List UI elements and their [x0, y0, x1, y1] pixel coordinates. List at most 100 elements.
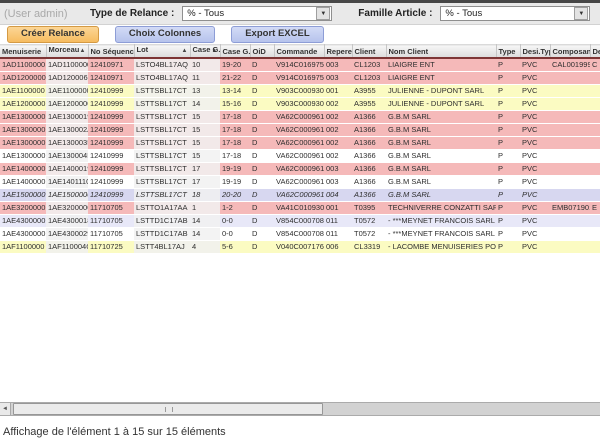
cell-oid: D: [250, 85, 274, 98]
table-row[interactable]: 1AF11000001AF110004Q11710725LSTT4BL17AJ4…: [0, 241, 600, 254]
cell-nom_client: JULIENNE - DUPONT SARL: [386, 85, 496, 98]
col-header-composant[interactable]: Composant: [550, 45, 590, 59]
cell-client: A3955: [352, 85, 386, 98]
table-row[interactable]: 1AE13000001AE130003512410999LSTTSBL17CT1…: [0, 137, 600, 150]
col-header-lot[interactable]: ▲Lot: [134, 45, 190, 59]
cell-composant: [550, 111, 590, 124]
col-header-label: Repere: [327, 47, 352, 56]
cell-oid: D: [250, 124, 274, 137]
cell-client: A1366: [352, 189, 386, 202]
cell-nom_client: G.B.M SARL: [386, 150, 496, 163]
col-header-case_g1[interactable]: ▲Case G.: [190, 45, 220, 59]
table-row[interactable]: 1AD11000001AD110000012410971LSTO4BL17AQ1…: [0, 58, 600, 72]
cell-lot: LSTTSBL17CT: [134, 189, 190, 202]
cell-desi_type: PVC: [520, 111, 550, 124]
col-header-nom_client[interactable]: Nom Client: [386, 45, 496, 59]
cell-oid: D: [250, 215, 274, 228]
type-relance-select[interactable]: % - Tous ▼: [182, 6, 332, 21]
dropdown-arrow-icon[interactable]: ▼: [574, 7, 588, 20]
cell-morceau: 1AE1500000: [46, 189, 88, 202]
cell-case_g2: 17-18: [220, 150, 250, 163]
cell-type: P: [496, 124, 520, 137]
export-excel-button[interactable]: Export EXCEL: [231, 26, 323, 43]
cell-nom_client: TECHNIVERRE CONZATTI SARL: [386, 202, 496, 215]
cell-type: P: [496, 176, 520, 189]
cell-case_g1: 11: [190, 72, 220, 85]
col-header-case_g2[interactable]: Case G.: [220, 45, 250, 59]
cell-menuiserie: 1AE1300000: [0, 111, 46, 124]
scrollbar-thumb[interactable]: [13, 403, 323, 415]
cell-no_sequence: 12410999: [88, 189, 134, 202]
cell-commande: V903C000930: [274, 98, 324, 111]
cell-morceau: 1AE1400019: [46, 163, 88, 176]
cell-no_sequence: 11710725: [88, 241, 134, 254]
table-row[interactable]: 1AE14000001AE140111012410999LSTTSBL17CT1…: [0, 176, 600, 189]
col-header-no_sequence[interactable]: No Séquence: [88, 45, 134, 59]
cell-oid: D: [250, 111, 274, 124]
choix-colonnes-button[interactable]: Choix Colonnes: [115, 26, 215, 43]
cell-morceau: 1AD120006S: [46, 72, 88, 85]
table-row[interactable]: 1AE11000001AE110000012410999LSTTSBL17CT1…: [0, 85, 600, 98]
cell-commande: V854C000708: [274, 215, 324, 228]
cell-morceau: 1AF110004Q: [46, 241, 88, 254]
col-header-label: Menuiserie: [2, 47, 41, 56]
cell-menuiserie: 1AE1200000: [0, 98, 46, 111]
cell-commande: VA62C000961: [274, 124, 324, 137]
col-header-de[interactable]: De: [590, 45, 600, 59]
action-toolbar: Créer Relance Choix Colonnes Export EXCE…: [0, 25, 600, 44]
cell-case_g1: 15: [190, 150, 220, 163]
col-header-morceau[interactable]: ▲Morceau: [46, 45, 88, 59]
cell-de: [590, 150, 600, 163]
table-row[interactable]: 1AD12000001AD120006S12410971LSTO4BL17AQ1…: [0, 72, 600, 85]
dropdown-arrow-icon[interactable]: ▼: [316, 7, 330, 20]
cell-nom_client: G.B.M SARL: [386, 111, 496, 124]
pagination-info: Affichage de l'élément 1 à 15 sur 15 élé…: [3, 426, 226, 438]
cell-client: CL3319: [352, 241, 386, 254]
table-row[interactable]: 1AE43000001AE430002911710705LSTTD1C17AB1…: [0, 228, 600, 241]
col-header-desi_type[interactable]: Desi.Type: [520, 45, 550, 59]
cell-nom_client: LIAIGRE ENT: [386, 72, 496, 85]
cell-no_sequence: 12410999: [88, 98, 134, 111]
relance-table: Menuiserie ▲MorceauNo Séquence▲Lot▲Case G…: [0, 44, 600, 254]
col-header-type[interactable]: Type: [496, 45, 520, 59]
cell-morceau: 1AE130002A: [46, 124, 88, 137]
col-header-oid[interactable]: OiD: [250, 45, 274, 59]
cell-repere: 006: [324, 241, 352, 254]
cell-commande: VA62C000961: [274, 137, 324, 150]
col-header-menuiserie[interactable]: Menuiserie: [0, 45, 46, 59]
cell-no_sequence: 12410999: [88, 163, 134, 176]
horizontal-scrollbar[interactable]: ◄: [0, 402, 600, 416]
cell-composant: [550, 85, 590, 98]
cell-nom_client: LIAIGRE ENT: [386, 58, 496, 72]
table-row[interactable]: 1AE13000001AE130001912410999LSTTSBL17CT1…: [0, 111, 600, 124]
cell-lot: LSTTSBL17CT: [134, 137, 190, 150]
cell-client: A1366: [352, 176, 386, 189]
cell-menuiserie: 1AD1200000: [0, 72, 46, 85]
table-row[interactable]: 1AE14000001AE140001912410999LSTTSBL17CT1…: [0, 163, 600, 176]
creer-relance-button[interactable]: Créer Relance: [7, 26, 99, 43]
scrollbar-left-arrow[interactable]: ◄: [0, 403, 11, 415]
cell-lot: LSTT4BL17AJ: [134, 241, 190, 254]
cell-case_g1: 17: [190, 163, 220, 176]
table-row[interactable]: 1AE13000001AE130004B12410999LSTTSBL17CT1…: [0, 150, 600, 163]
cell-desi_type: PVC: [520, 189, 550, 202]
cell-type: P: [496, 215, 520, 228]
cell-de: [590, 189, 600, 202]
table-row[interactable]: 1AE13000001AE130002A12410999LSTTSBL17CT1…: [0, 124, 600, 137]
col-header-commande[interactable]: Commande: [274, 45, 324, 59]
cell-morceau: 1AE1200000: [46, 98, 88, 111]
filter-bar: (User admin) Type de Relance : % - Tous …: [0, 3, 600, 25]
famille-article-select[interactable]: % - Tous ▼: [440, 6, 590, 21]
table-row[interactable]: 1AE15000001AE150000012410999LSTTSBL17CT1…: [0, 189, 600, 202]
col-header-client[interactable]: Client: [352, 45, 386, 59]
table-row[interactable]: 1AE43000001AE430001811710705LSTTD1C17AB1…: [0, 215, 600, 228]
table-row[interactable]: 1AE12000001AE120000012410999LSTTSBL17CT1…: [0, 98, 600, 111]
cell-case_g2: 17-18: [220, 124, 250, 137]
cell-lot: LSTTSBL17CT: [134, 85, 190, 98]
cell-de: [590, 241, 600, 254]
col-header-repere[interactable]: Repere: [324, 45, 352, 59]
cell-composant: [550, 137, 590, 150]
user-label: (User admin): [4, 8, 90, 20]
table-row[interactable]: 1AE32000001AE320000011710705LSTTO1A17AA1…: [0, 202, 600, 215]
col-header-label: Client: [355, 47, 376, 56]
